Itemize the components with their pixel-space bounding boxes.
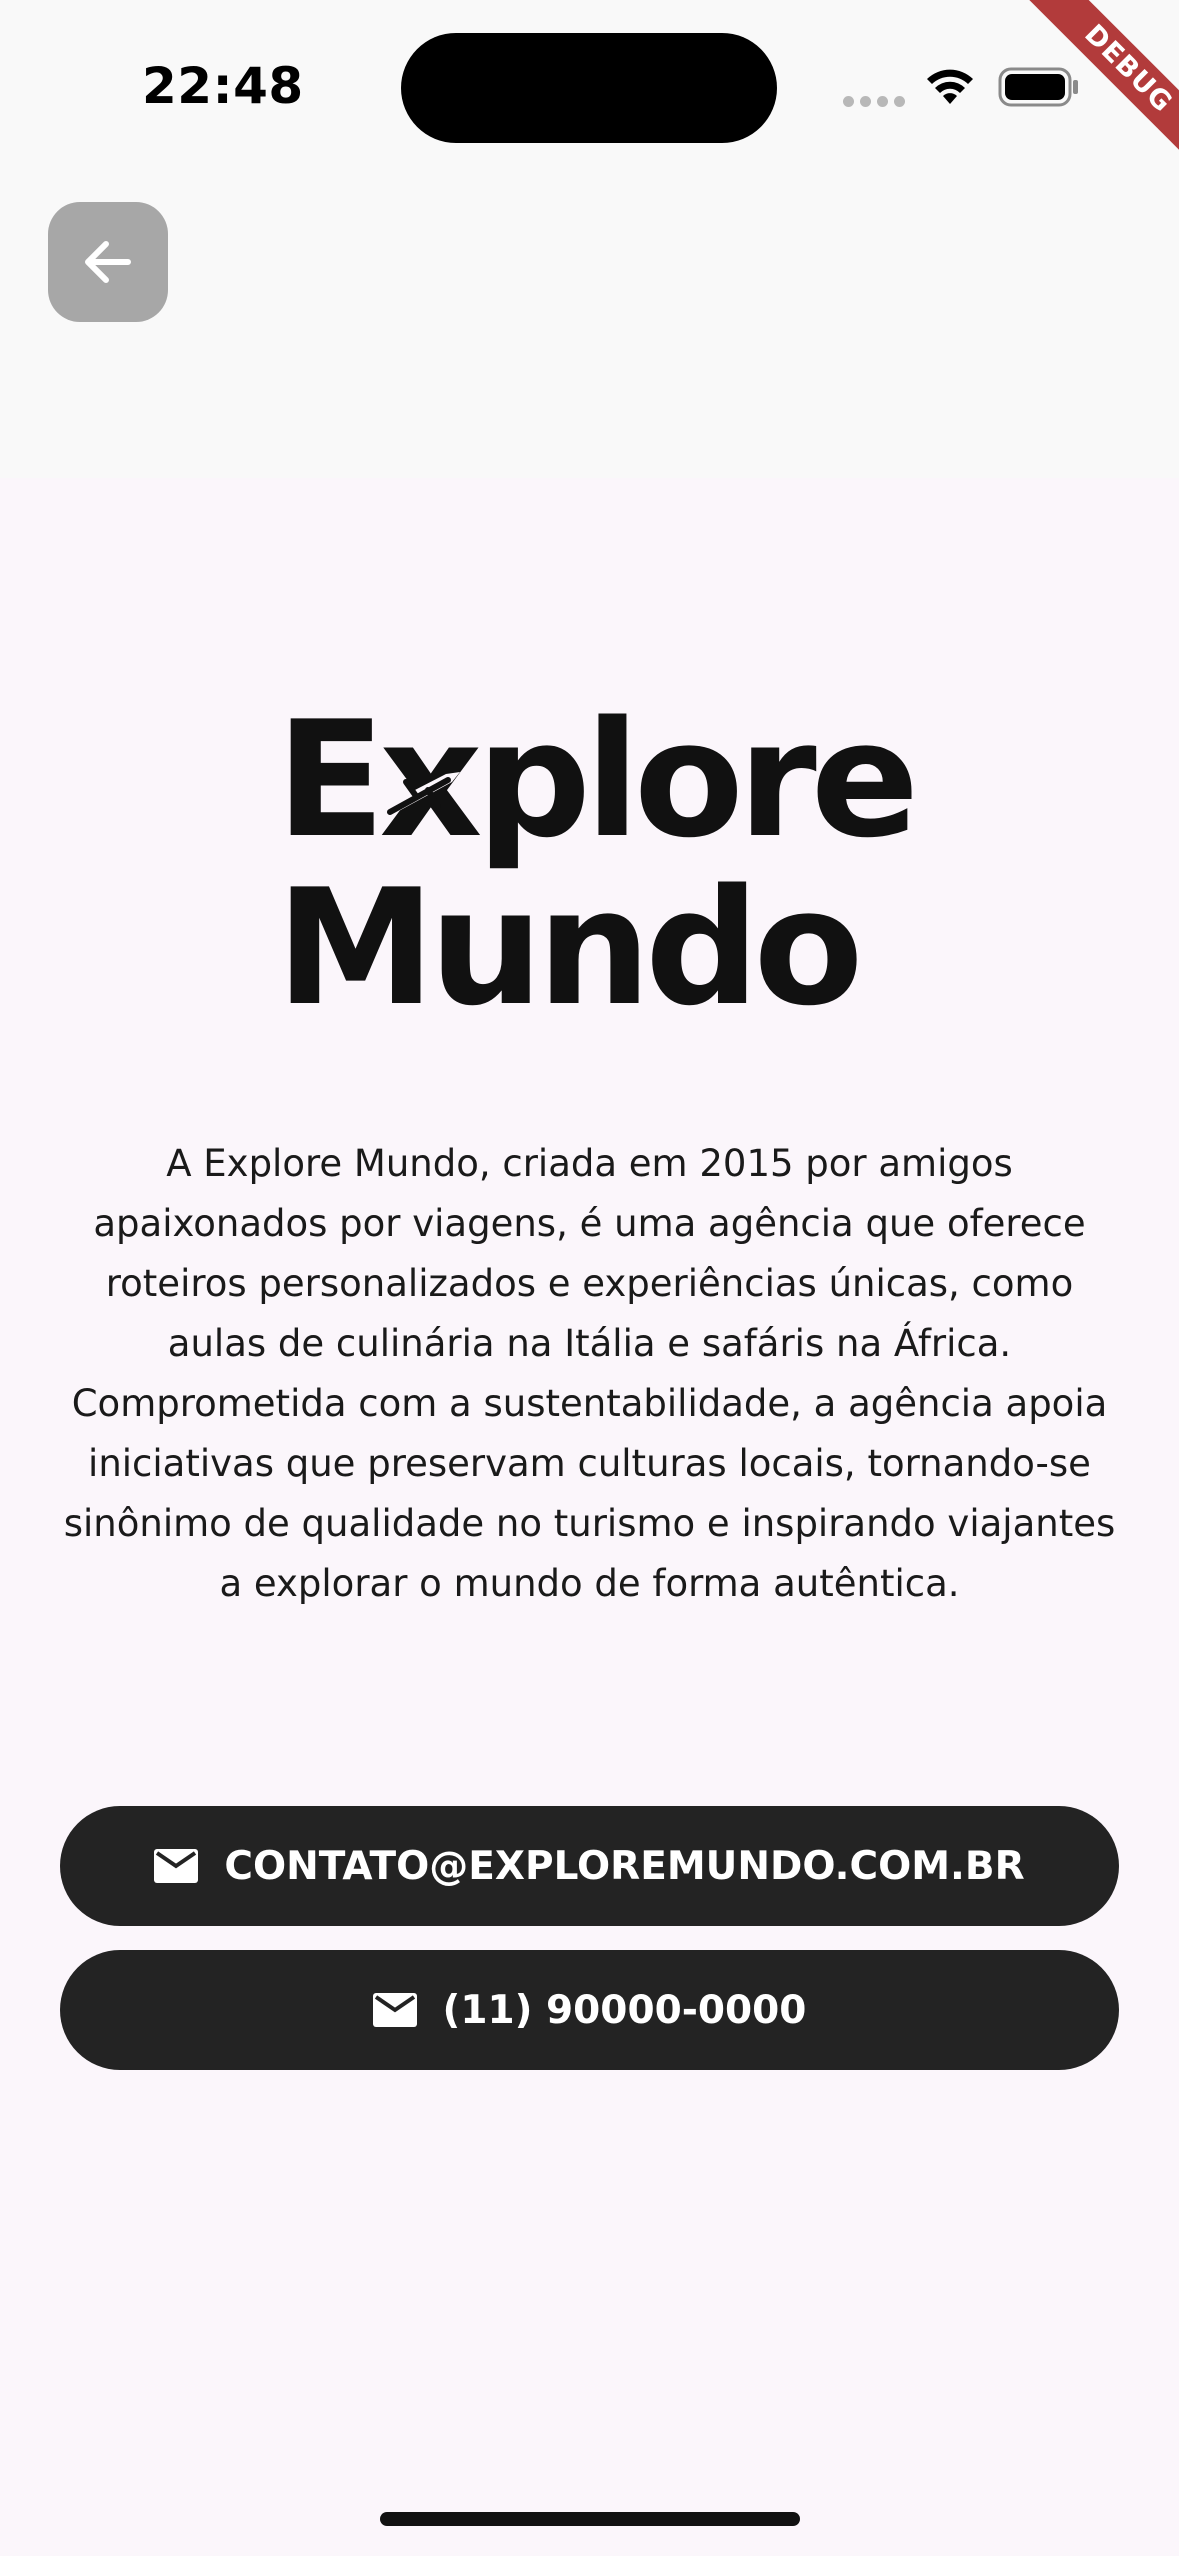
brand-line-1: Explore (276, 686, 919, 873)
airplane-icon (380, 772, 460, 818)
mail-icon (372, 1993, 417, 2027)
back-button[interactable] (48, 202, 168, 322)
home-indicator[interactable] (380, 2512, 800, 2526)
mail-icon (154, 1849, 199, 1883)
brand-line-2: Mundo (276, 854, 863, 1041)
cellular-signal-icon (843, 96, 905, 107)
dynamic-island (401, 33, 777, 143)
about-text: A Explore Mundo, criada em 2015 por amig… (63, 1142, 1116, 1605)
wifi-icon (927, 69, 973, 104)
status-time: 22:48 (142, 57, 304, 115)
email-button[interactable]: CONTATO@EXPLOREMUNDO.COM.BR (60, 1806, 1119, 1926)
battery-icon (998, 67, 1078, 107)
brand-logo: Explore Mundo (276, 686, 919, 1041)
phone-label: (11) 90000-0000 (442, 1987, 807, 2033)
email-label: CONTATO@EXPLOREMUNDO.COM.BR (224, 1843, 1025, 1889)
phone-button[interactable]: (11) 90000-0000 (60, 1950, 1119, 2070)
arrow-left-icon (85, 241, 131, 283)
